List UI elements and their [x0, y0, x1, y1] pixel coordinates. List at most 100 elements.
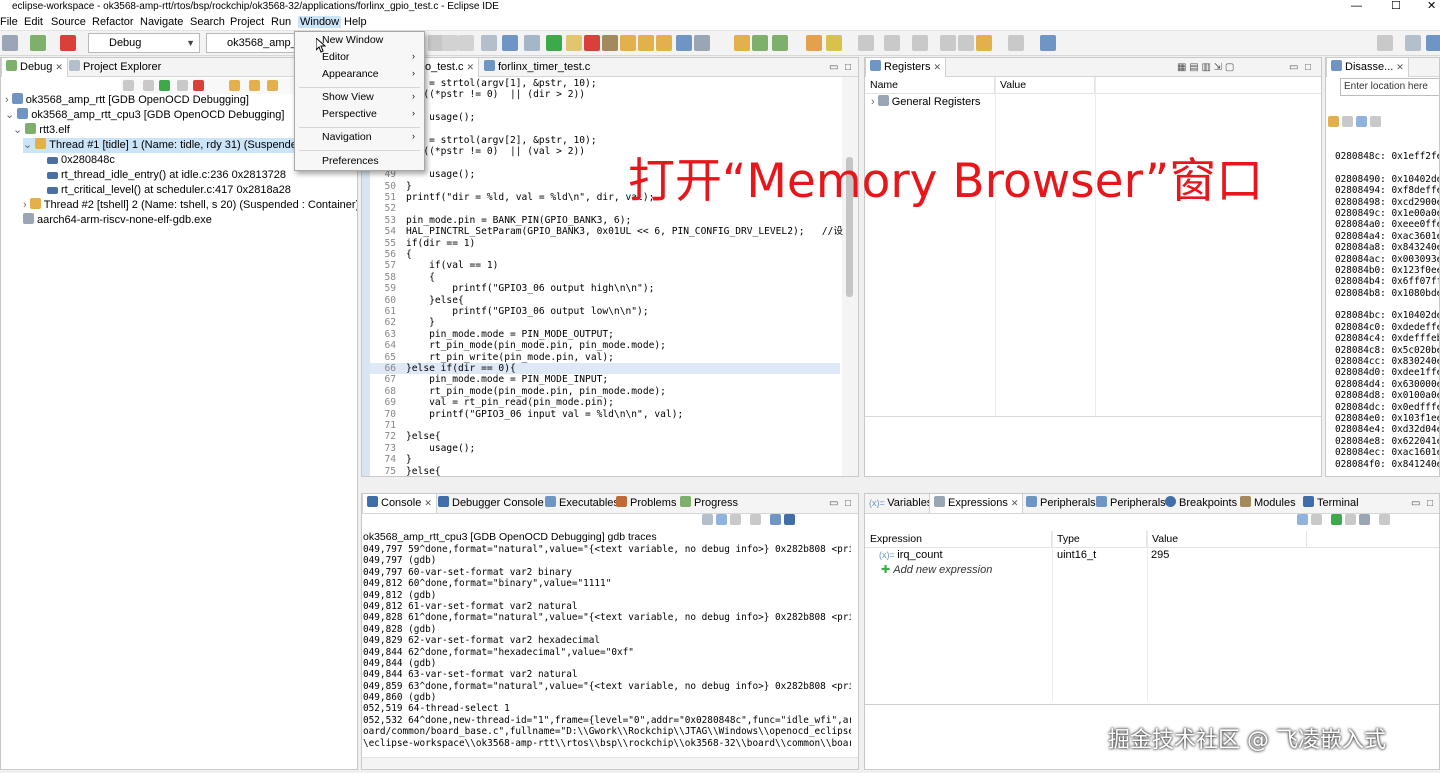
refresh-icon[interactable] [1370, 116, 1381, 127]
remove-expression-icon[interactable] [1345, 514, 1356, 525]
code-line[interactable]: 54 HAL_PINCTRL_SetParam(GPIO_BANK3, 0x01U… [370, 226, 843, 237]
clear-console-icon[interactable] [702, 514, 713, 525]
external-tools-icon[interactable] [806, 35, 822, 51]
tab-executables[interactable]: Executables [541, 494, 623, 513]
close-button[interactable]: ✕ [1427, 0, 1436, 12]
link-icon[interactable] [1328, 116, 1339, 127]
code-line[interactable]: { [370, 101, 840, 112]
code-line[interactable]: 63 pin_mode.mode = PIN_MODE_OUTPUT; [370, 329, 840, 340]
menu-item-navigation[interactable]: Navigation [322, 131, 372, 143]
refresh-icon[interactable] [752, 35, 768, 51]
code-line[interactable]: 58 { [370, 272, 840, 283]
menu-edit[interactable]: Edit [24, 16, 43, 28]
tab-peripherals-2[interactable]: Peripherals [1092, 494, 1170, 513]
code-line[interactable]: 75}else{ [370, 466, 840, 476]
step-into-small-icon[interactable] [229, 80, 240, 91]
code-line[interactable]: 72}else{ [370, 431, 840, 442]
scroll-lock-icon[interactable] [716, 514, 727, 525]
tab-gpio-test[interactable]: o_test.c ✕ [420, 58, 480, 77]
open-console-icon[interactable] [784, 514, 795, 525]
launch-mode-select[interactable]: Debug ▼ [88, 33, 200, 53]
menu-search[interactable]: Search [190, 16, 225, 28]
code-line[interactable]: dir = strtol(argv[1], &pstr, 10); [370, 78, 840, 89]
next-annotation-icon[interactable] [884, 35, 900, 51]
suspend-icon[interactable] [566, 35, 582, 51]
minimize-view-icon[interactable]: ▭ [829, 62, 838, 73]
search-refs-icon[interactable] [858, 35, 874, 51]
register-group[interactable]: › General Registers [871, 95, 980, 110]
tab-problems[interactable]: Problems [612, 494, 680, 513]
code-line[interactable]: 64 rt_pin_mode(pin_mode.pin, pin_mode.mo… [370, 340, 840, 351]
pin-console-icon[interactable] [750, 514, 761, 525]
code-line[interactable]: 73 usage(); [370, 443, 840, 454]
forward-icon[interactable] [1008, 35, 1024, 51]
add-expression-row[interactable]: ✚ Add new expression [865, 563, 1439, 578]
menu-item-perspective[interactable]: Perspective [322, 108, 377, 120]
tab-terminal[interactable]: Terminal [1299, 494, 1363, 513]
minimize-button[interactable]: — [1351, 0, 1362, 12]
suspend-small-icon[interactable] [177, 80, 188, 91]
view-toolbar-icons[interactable]: ▦ ▤ ▥ ⇲ ▢ [1177, 62, 1234, 73]
collapse-icon[interactable] [143, 80, 154, 91]
column-header-expression[interactable]: Expression [865, 531, 1052, 548]
disconnect-icon[interactable] [602, 35, 618, 51]
code-line[interactable]: 67 pin_mode.mode = PIN_MODE_INPUT; [370, 374, 840, 385]
view-menu-icon[interactable] [1379, 514, 1390, 525]
code-line[interactable]: 56 { [370, 249, 840, 260]
home-icon[interactable] [1342, 116, 1353, 127]
close-icon[interactable]: ✕ [424, 498, 432, 508]
menu-item-appearance[interactable]: Appearance [322, 68, 379, 80]
launch-config-select[interactable]: ok3568_amp_rtt [206, 33, 307, 53]
tab-expressions[interactable]: Expressions ✕ [929, 494, 1024, 513]
code-line[interactable]: 69 val = rt_pin_read(pin_mode.pin); [370, 397, 840, 408]
tree-item-launch-2[interactable]: ⌄ ok3568_amp_rtt_cpu3 [GDB OpenOCD Debug… [5, 108, 284, 123]
tree-item-elf[interactable]: ⌄ rtt3.elf [13, 123, 70, 138]
close-icon[interactable]: ✕ [1396, 62, 1404, 72]
location-input[interactable]: Enter location here [1340, 78, 1439, 96]
tab-debugger-console[interactable]: Debugger Console [434, 494, 548, 513]
word-wrap-icon[interactable] [730, 514, 741, 525]
tab-modules[interactable]: Modules [1236, 494, 1300, 513]
menu-source[interactable]: Source [51, 16, 86, 28]
terminate-icon[interactable] [60, 35, 76, 51]
tab-debug[interactable]: Debug ✕ [1, 58, 68, 77]
column-header-type[interactable]: Type [1052, 531, 1147, 548]
code-line[interactable]: 53 pin_mode.pin = BANK_PIN(GPIO_BANK3, 6)… [370, 215, 840, 226]
maximize-view-icon[interactable]: □ [845, 62, 851, 73]
menu-item-preferences[interactable]: Preferences [322, 155, 379, 167]
save-icon[interactable] [442, 35, 458, 51]
last-edit-icon[interactable] [940, 35, 956, 51]
terminal-icon[interactable] [502, 35, 518, 51]
display-console-icon[interactable] [770, 514, 781, 525]
code-line[interactable]: 74} [370, 454, 840, 465]
step-over-icon[interactable] [638, 35, 654, 51]
reset-icon[interactable] [694, 35, 710, 51]
code-line[interactable]: 68 rt_pin_mode(pin_mode.pin, pin_mode.mo… [370, 386, 840, 397]
tab-peripherals-1[interactable]: Peripherals [1022, 494, 1100, 513]
maximize-view-icon[interactable]: □ [845, 498, 851, 509]
step-over-small-icon[interactable] [249, 80, 260, 91]
code-line[interactable]: 70 printf("GPIO3_06 input val = %ld\n\n"… [370, 409, 840, 420]
close-icon[interactable]: ✕ [933, 62, 941, 72]
back-icon[interactable] [976, 35, 992, 51]
search-icon[interactable] [1377, 35, 1393, 51]
code-line[interactable]: 55 if(dir == 1) [370, 238, 840, 249]
resume-small-icon[interactable] [159, 80, 170, 91]
terminate-small-icon[interactable] [193, 80, 204, 91]
console-hscrollbar[interactable] [362, 757, 858, 769]
menu-file[interactable]: File [0, 16, 18, 28]
tree-item-thread-2[interactable]: › Thread #2 [tshell] 2 (Name: tshell, s … [23, 198, 357, 213]
instruction-step-icon[interactable] [676, 35, 692, 51]
save-all-icon[interactable] [458, 35, 474, 51]
tab-progress[interactable]: Progress [676, 494, 742, 513]
remove-launches-icon[interactable] [123, 80, 134, 91]
menu-item-editor[interactable]: Editor [322, 51, 349, 63]
prev-annotation-icon[interactable] [912, 35, 928, 51]
stack-frame[interactable]: rt_thread_idle_entry() at idle.c:236 0x2… [47, 168, 286, 183]
code-line[interactable]: 59 printf("GPIO3_06 output high\n\n"); [370, 283, 840, 294]
column-header-value[interactable]: Value [995, 77, 1095, 94]
close-icon[interactable]: ✕ [55, 62, 63, 72]
menu-refactor[interactable]: Refactor [92, 16, 134, 28]
code-line[interactable]: 57 if(val == 1) [370, 260, 840, 271]
run-dropdown-icon[interactable] [826, 35, 842, 51]
